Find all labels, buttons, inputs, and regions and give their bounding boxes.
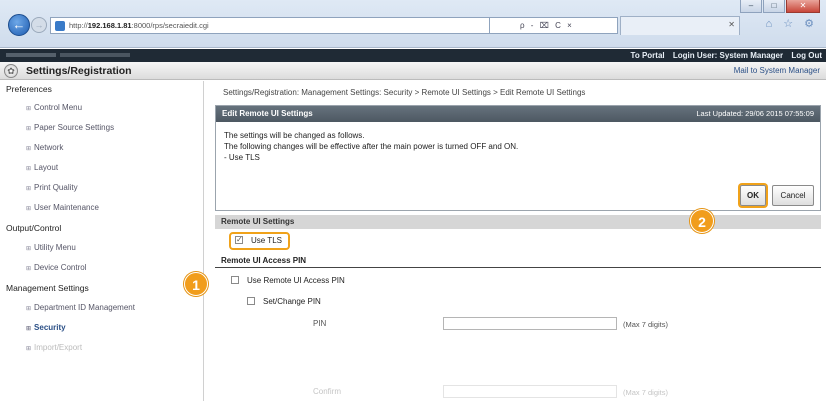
pin-hint: (Max 7 digits) — [623, 320, 669, 329]
close-window-button[interactable]: ✕ — [786, 0, 820, 13]
use-access-pin-row: Use Remote UI Access PIN — [215, 271, 821, 291]
sidebar-item-security[interactable]: Security — [26, 323, 66, 332]
edit-panel-header: Edit Remote UI Settings Last Updated: 29… — [216, 106, 820, 122]
minimize-button[interactable]: – — [740, 0, 762, 13]
device-model-blur — [60, 53, 130, 57]
logout-link[interactable]: Log Out — [791, 51, 822, 60]
url-rest: :8000/rps/secraiedit.cgi — [131, 21, 209, 30]
site-favicon-icon — [55, 21, 65, 31]
settings-gear-icon: ✿ — [4, 64, 18, 78]
edit-message: The settings will be changed as follows.… — [224, 130, 518, 163]
set-change-pin-label: Set/Change PIN — [263, 297, 321, 306]
sidebar-category-output-control: Output/Control — [6, 223, 62, 233]
confirm-row: Confirm (Max 7 digits) — [215, 383, 821, 401]
back-button[interactable]: ← — [8, 14, 30, 36]
callout-2-badge: 2 — [690, 209, 714, 233]
sidebar-item-utility-menu[interactable]: Utility Menu — [26, 243, 76, 252]
tab-close-icon[interactable]: ✕ — [728, 20, 735, 29]
address-bar[interactable]: http://192.168.1.81:8000/rps/secraiedit.… — [50, 17, 490, 34]
main-content: Settings/Registration: Management Settin… — [205, 81, 826, 401]
confirm-hint: (Max 7 digits) — [623, 388, 669, 397]
use-tls-row: Use TLS — [215, 231, 821, 251]
maximize-button[interactable]: □ — [763, 0, 785, 13]
pin-input[interactable] — [443, 317, 617, 330]
browser-tab[interactable]: ✕ — [620, 16, 740, 35]
ok-button[interactable]: OK — [740, 185, 766, 206]
sidebar-item-user-maintenance[interactable]: User Maintenance — [26, 203, 99, 212]
message-line: The settings will be changed as follows. — [224, 131, 365, 140]
use-access-pin-checkbox[interactable] — [231, 276, 239, 284]
sidebar-item-paper-source[interactable]: Paper Source Settings — [26, 123, 114, 132]
cancel-button[interactable]: Cancel — [772, 185, 814, 206]
set-change-pin-checkbox[interactable] — [247, 297, 255, 305]
set-change-pin-row: Set/Change PIN — [215, 292, 821, 312]
last-updated-text: Last Updated: 29/06 2015 07:55:09 — [696, 109, 814, 118]
page-title: Settings/Registration — [26, 65, 132, 77]
device-name-blur — [6, 53, 56, 57]
top-bar: To Portal Login User: System Manager Log… — [0, 49, 826, 62]
sidebar-item-department-id[interactable]: Department ID Management — [26, 303, 135, 312]
sidebar-item-import-export[interactable]: Import/Export — [26, 343, 82, 352]
edit-panel-title: Edit Remote UI Settings — [222, 109, 313, 118]
sidebar-item-device-control[interactable]: Device Control — [26, 263, 86, 272]
use-tls-checkbox[interactable] — [235, 233, 243, 247]
login-user-text: Login User: System Manager — [672, 51, 784, 60]
address-controls[interactable]: ρ - ⌧ C × — [490, 17, 618, 34]
edit-confirmation-panel: Edit Remote UI Settings Last Updated: 29… — [215, 105, 821, 211]
callout-1-badge: 1 — [184, 272, 208, 296]
pin-row: PIN (Max 7 digits) — [215, 315, 821, 333]
use-access-pin-label: Use Remote UI Access PIN — [247, 276, 345, 285]
sidebar-item-layout[interactable]: Layout — [26, 163, 58, 172]
use-tls-label: Use TLS — [251, 236, 282, 245]
pin-label: PIN — [313, 319, 327, 328]
sidebar-category-management: Management Settings — [6, 283, 89, 293]
sidebar-item-control-menu[interactable]: Control Menu — [26, 103, 82, 112]
forward-button[interactable]: → — [31, 17, 47, 33]
sidebar-item-print-quality[interactable]: Print Quality — [26, 183, 78, 192]
access-pin-heading: Remote UI Access PIN — [215, 254, 821, 268]
sidebar: Preferences Control Menu Paper Source Se… — [0, 81, 204, 401]
confirm-input[interactable] — [443, 385, 617, 398]
sidebar-category-preferences: Preferences — [6, 84, 52, 94]
message-line: The following changes will be effective … — [224, 142, 519, 151]
message-line: - Use TLS — [224, 153, 260, 162]
mail-to-manager-link[interactable]: Mail to System Manager — [734, 62, 820, 80]
use-tls-highlight: Use TLS — [229, 232, 290, 250]
url-prefix: http:// — [69, 21, 88, 30]
browser-tools[interactable]: ⌂ ☆ ⚙ — [766, 17, 818, 30]
to-portal-link[interactable]: To Portal — [631, 51, 665, 60]
sidebar-item-network[interactable]: Network — [26, 143, 63, 152]
url-host: 192.168.1.81 — [87, 21, 132, 30]
remote-ui-settings-heading: Remote UI Settings — [215, 215, 821, 229]
breadcrumb: Settings/Registration: Management Settin… — [223, 88, 586, 97]
window-controls: – □ ✕ — [740, 0, 820, 13]
browser-chrome: – □ ✕ ← → http://192.168.1.81:8000/rps/s… — [0, 0, 826, 48]
page-header: ✿ Settings/Registration Mail to System M… — [0, 62, 826, 80]
confirm-label: Confirm — [313, 387, 342, 396]
